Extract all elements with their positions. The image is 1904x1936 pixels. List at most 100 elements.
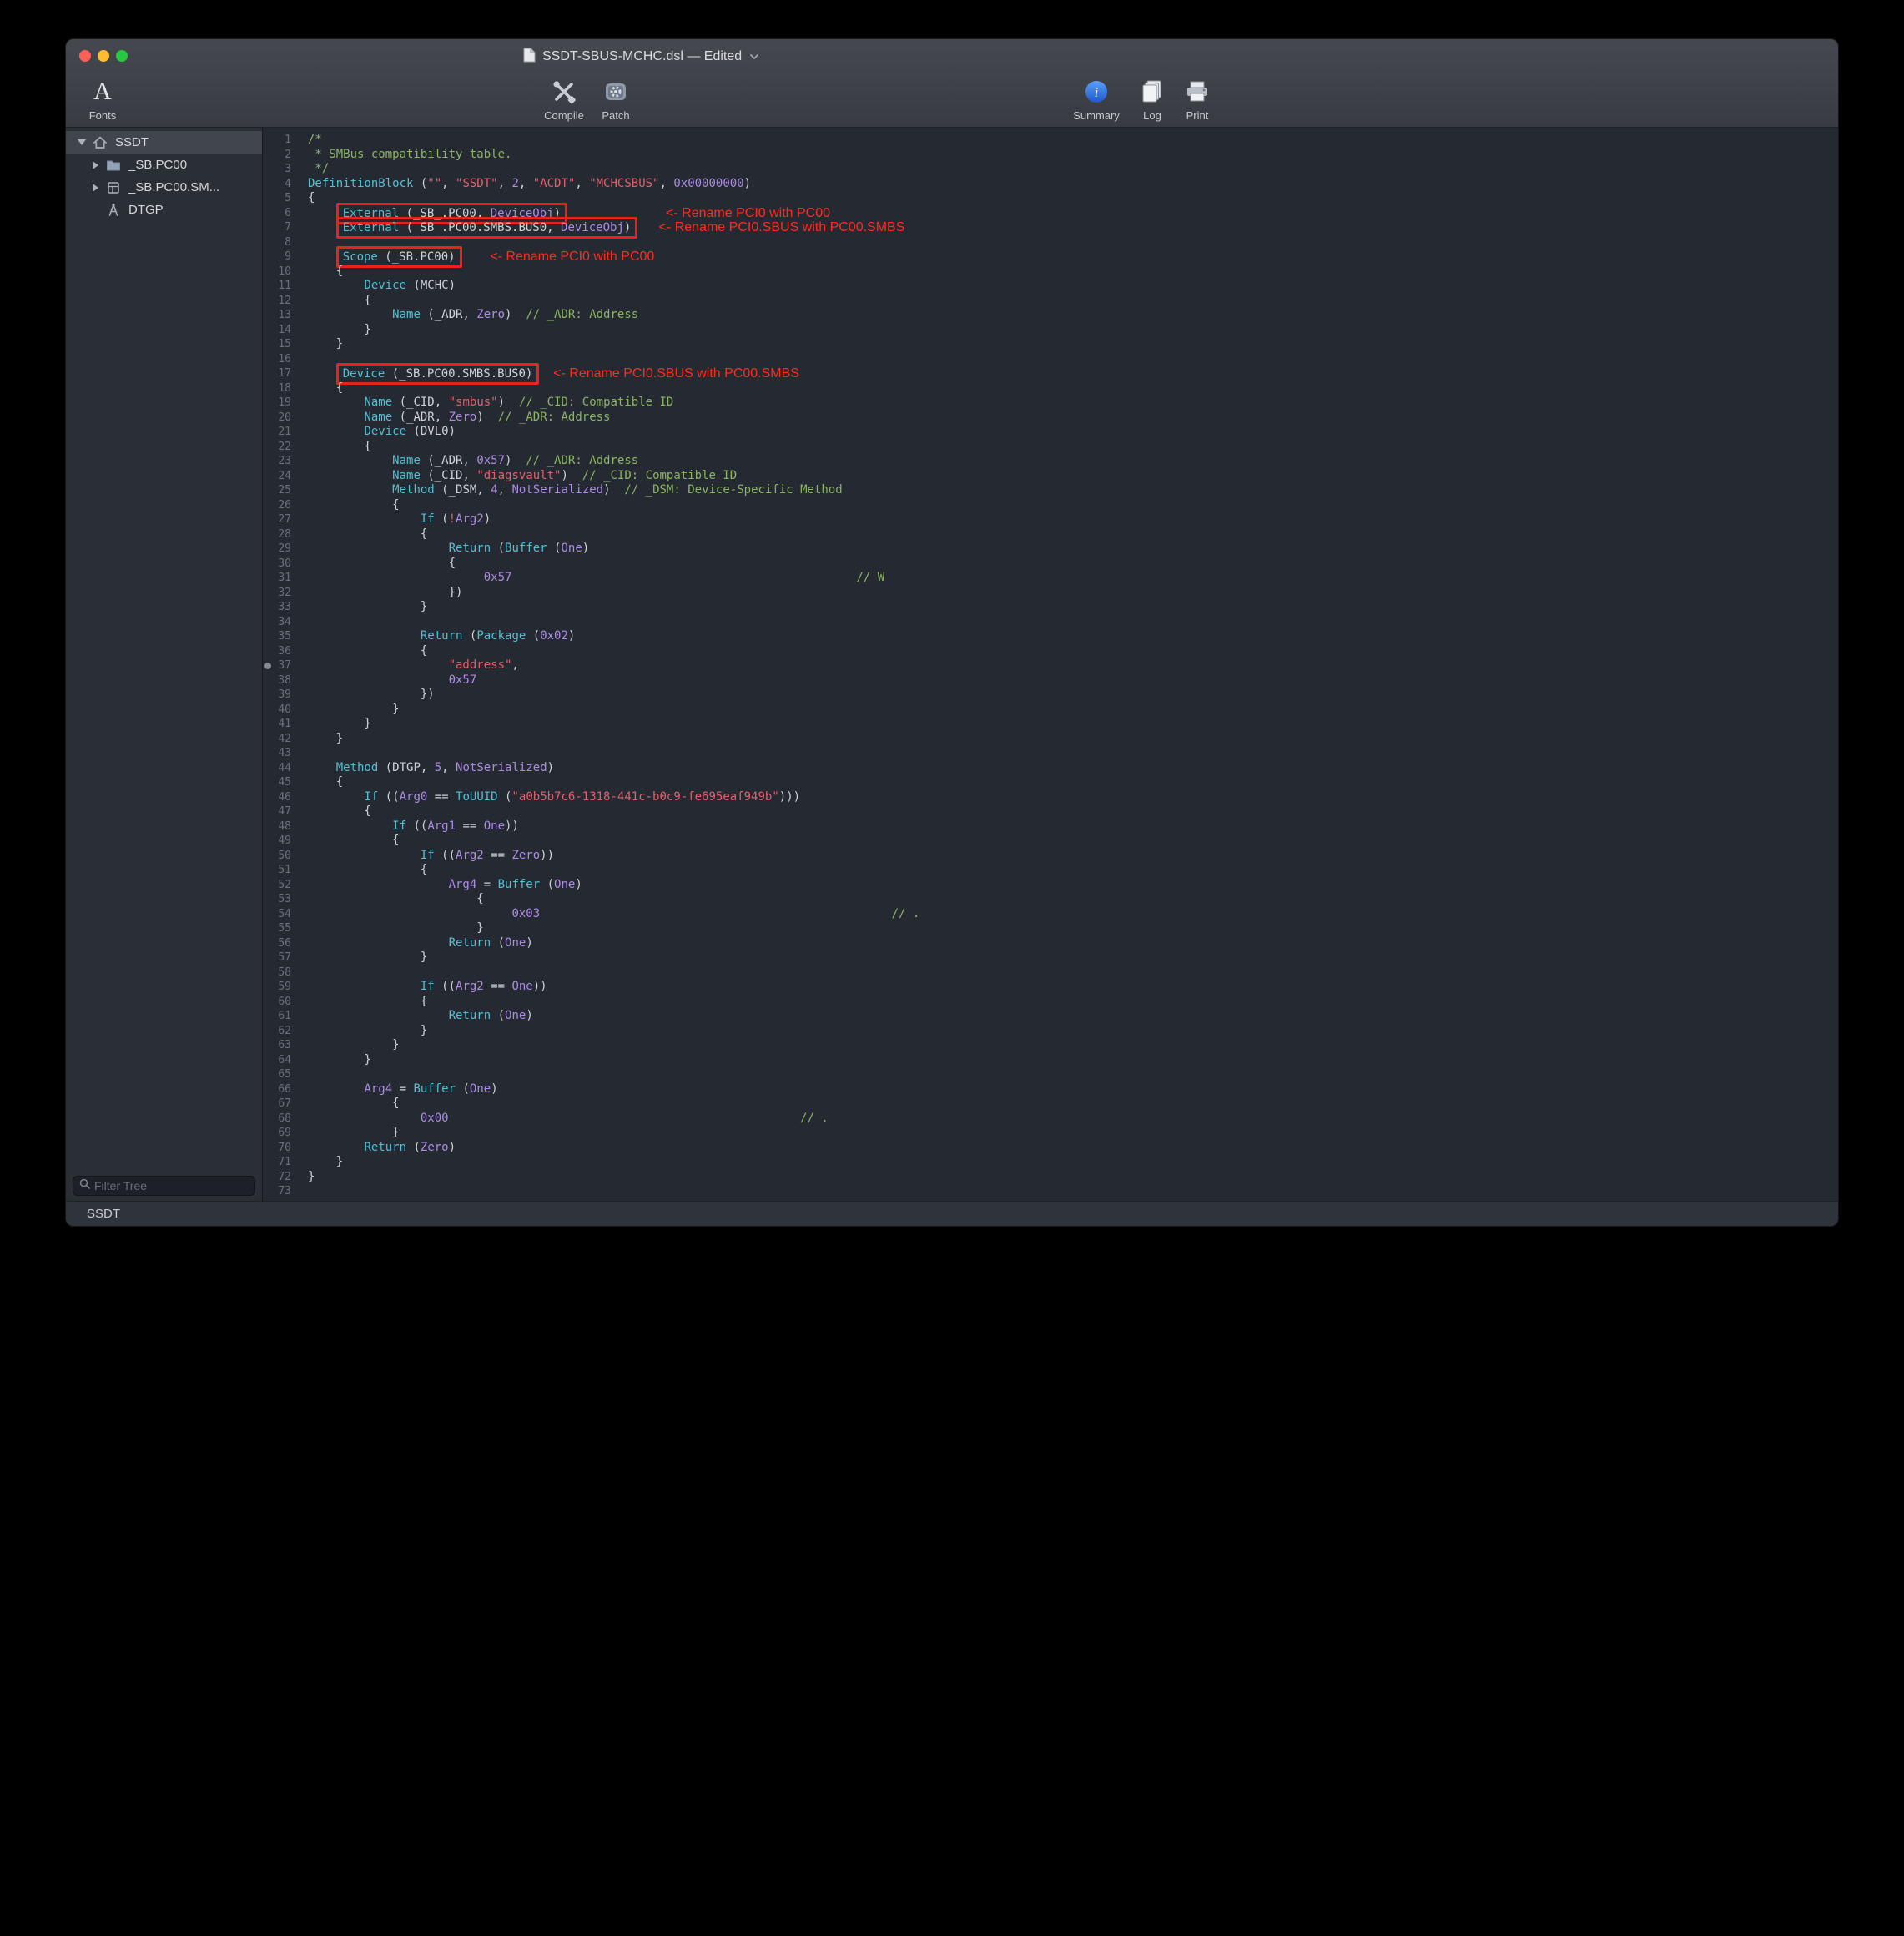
line-number: 68 xyxy=(263,1112,291,1127)
code-token: { xyxy=(308,775,343,789)
minimize-button[interactable] xyxy=(98,50,109,62)
code-line[interactable]: } xyxy=(308,1038,1838,1053)
summary-button[interactable]: i Summary xyxy=(1065,76,1127,126)
code-line[interactable] xyxy=(308,615,1838,630)
code-token: "a0b5b7c6-1318-441c-b0c9-fe695eaf949b" xyxy=(511,790,778,804)
code-line[interactable]: Name (_CID, "diagsvault") // _CID: Compa… xyxy=(308,469,1838,484)
code-line[interactable]: } xyxy=(308,717,1838,732)
code-line[interactable]: 0x03 // . xyxy=(308,907,1838,922)
code-line[interactable]: "address", xyxy=(308,658,1838,673)
sidebar-item-ssdt[interactable]: SSDT xyxy=(66,131,262,154)
filter-tree-input[interactable] xyxy=(94,1179,249,1192)
code-line[interactable]: } xyxy=(308,1170,1838,1185)
code-line[interactable]: { xyxy=(308,892,1838,907)
code-line[interactable]: If ((Arg0 == ToUUID ("a0b5b7c6-1318-441c… xyxy=(308,790,1838,805)
code-line[interactable]: 0x57 xyxy=(308,673,1838,688)
disclosure-right-icon[interactable] xyxy=(89,159,101,171)
log-button[interactable]: Log xyxy=(1132,76,1172,126)
sidebar-item-sb-pc00-smbs[interactable]: _SB.PC00.SM... xyxy=(66,176,262,199)
code-lines[interactable]: /* * SMBus compatibility table. */Defini… xyxy=(300,128,1838,1201)
code-line[interactable]: Scope (_SB.PC00) <- Rename PCI0 with PC0… xyxy=(308,250,1838,265)
code-editor[interactable]: 1234567891011121314151617181920212223242… xyxy=(263,128,1838,1201)
code-line[interactable]: { xyxy=(308,265,1838,280)
zoom-button[interactable] xyxy=(116,50,128,62)
disclosure-down-icon[interactable] xyxy=(76,137,88,149)
line-number: 7 xyxy=(263,220,291,235)
code-line[interactable]: { xyxy=(308,863,1838,878)
code-line[interactable]: 0x00 // . xyxy=(308,1112,1838,1127)
code-line[interactable]: } xyxy=(308,1053,1838,1068)
code-line[interactable]: } xyxy=(308,1024,1838,1039)
code-line[interactable]: DefinitionBlock ("", "SSDT", 2, "ACDT", … xyxy=(308,177,1838,192)
code-line[interactable]: Name (_CID, "smbus") // _CID: Compatible… xyxy=(308,396,1838,411)
code-line[interactable]: } xyxy=(308,703,1838,718)
code-line[interactable]: Name (_ADR, 0x57) // _ADR: Address xyxy=(308,454,1838,469)
code-line[interactable]: { xyxy=(308,294,1838,309)
code-line[interactable]: } xyxy=(308,732,1838,747)
code-line[interactable] xyxy=(308,746,1838,761)
sidebar-item-sb-pc00[interactable]: _SB.PC00 xyxy=(66,154,262,176)
code-line[interactable]: { xyxy=(308,557,1838,572)
code-line[interactable]: { xyxy=(308,527,1838,542)
code-line[interactable]: } xyxy=(308,921,1838,936)
code-line[interactable]: * SMBus compatibility table. xyxy=(308,148,1838,163)
code-line[interactable]: } xyxy=(308,337,1838,352)
code-line[interactable]: Arg4 = Buffer (One) xyxy=(308,878,1838,893)
code-line[interactable]: } xyxy=(308,323,1838,338)
code-line[interactable] xyxy=(308,1067,1838,1082)
sidebar-item-dtgp[interactable]: DTGP xyxy=(66,199,262,221)
code-line[interactable]: { xyxy=(308,804,1838,819)
code-line[interactable]: { xyxy=(308,995,1838,1010)
line-number: 25 xyxy=(263,483,291,498)
code-line[interactable]: { xyxy=(308,644,1838,659)
compile-button[interactable]: Compile xyxy=(537,76,591,126)
code-line[interactable]: } xyxy=(308,600,1838,615)
code-line[interactable]: Return (One) xyxy=(308,936,1838,951)
code-line[interactable]: { xyxy=(308,775,1838,790)
code-line[interactable]: Device (_SB.PC00.SMBS.BUS0) <- Rename PC… xyxy=(308,366,1838,381)
code-token: } xyxy=(308,1170,315,1183)
code-line[interactable]: Arg4 = Buffer (One) xyxy=(308,1082,1838,1097)
code-line[interactable]: Name (_ADR, Zero) // _ADR: Address xyxy=(308,308,1838,323)
code-line[interactable]: If (!Arg2) xyxy=(308,512,1838,527)
code-line[interactable]: If ((Arg1 == One)) xyxy=(308,819,1838,834)
code-line[interactable]: } xyxy=(308,1155,1838,1170)
line-number: 11 xyxy=(263,279,291,294)
print-button[interactable]: Print xyxy=(1176,76,1219,126)
code-line[interactable] xyxy=(308,1184,1838,1199)
disclosure-right-icon[interactable] xyxy=(89,182,101,194)
code-line[interactable]: Method (_DSM, 4, NotSerialized) // _DSM:… xyxy=(308,483,1838,498)
code-line[interactable]: } xyxy=(308,1126,1838,1141)
code-line[interactable]: }) xyxy=(308,688,1838,703)
title-chevron-icon[interactable] xyxy=(749,53,759,60)
code-line[interactable]: Return (Zero) xyxy=(308,1141,1838,1156)
patch-button[interactable]: Patch xyxy=(592,76,639,126)
close-button[interactable] xyxy=(79,50,91,62)
code-line[interactable]: Device (DVL0) xyxy=(308,425,1838,440)
code-token: Device xyxy=(364,279,413,292)
document-proxy-icon[interactable] xyxy=(523,48,536,67)
code-line[interactable]: } xyxy=(308,950,1838,965)
fonts-button[interactable]: A Fonts xyxy=(79,76,126,126)
code-line[interactable] xyxy=(308,965,1838,981)
code-line[interactable]: Return (Package (0x02) xyxy=(308,629,1838,644)
code-line[interactable]: /* xyxy=(308,133,1838,148)
code-line[interactable]: Return (Buffer (One) xyxy=(308,542,1838,557)
code-token xyxy=(308,819,392,833)
code-line[interactable]: If ((Arg2 == Zero)) xyxy=(308,849,1838,864)
code-line[interactable]: { xyxy=(308,834,1838,849)
code-line[interactable]: Name (_ADR, Zero) // _ADR: Address xyxy=(308,411,1838,426)
code-line[interactable]: Device (MCHC) xyxy=(308,279,1838,294)
code-line[interactable]: { xyxy=(308,440,1838,455)
code-line[interactable]: }) xyxy=(308,586,1838,601)
code-line[interactable]: { xyxy=(308,1097,1838,1112)
filter-tree-field[interactable] xyxy=(73,1176,255,1196)
code-line[interactable]: 0x57 // W xyxy=(308,571,1838,586)
code-line[interactable]: { xyxy=(308,498,1838,513)
code-line[interactable]: */ xyxy=(308,162,1838,177)
code-line[interactable]: Method (DTGP, 5, NotSerialized) xyxy=(308,761,1838,776)
code-line[interactable]: If ((Arg2 == One)) xyxy=(308,980,1838,995)
code-line[interactable]: Return (One) xyxy=(308,1009,1838,1024)
code-line[interactable]: External (_SB_.PC00.SMBS.BUS0, DeviceObj… xyxy=(308,220,1838,235)
code-token: /* xyxy=(308,133,322,146)
